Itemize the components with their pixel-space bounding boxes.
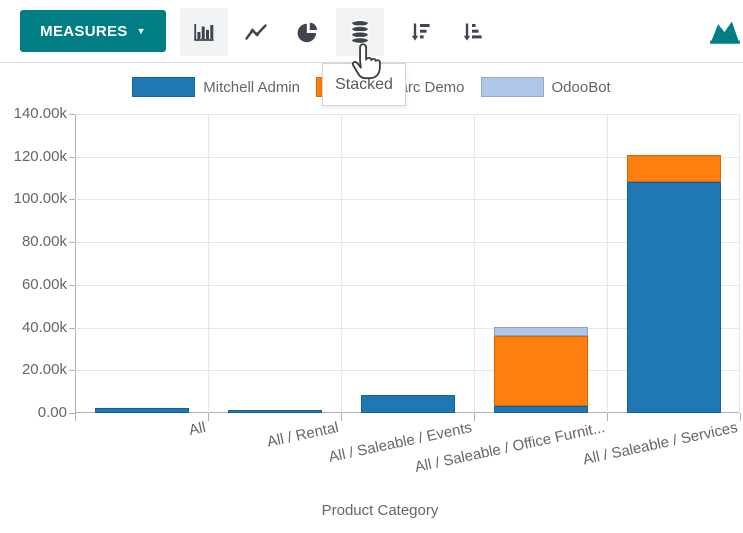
pie-chart-icon [296,20,320,44]
y-axis-tick-label: 80.00k [0,233,67,250]
h-gridline [75,114,740,115]
stacked-tooltip: Stacked [322,63,406,106]
graph-view-switcher-button[interactable] [706,11,743,51]
bar-segment[interactable] [95,408,189,413]
y-axis-tick [69,370,75,371]
x-axis-category-label: All [187,419,207,439]
y-axis-tick-label: 60.00k [0,276,67,293]
y-axis-tick-label: 140.00k [0,105,67,122]
x-axis-tick [208,413,209,421]
measures-button[interactable]: MEASURES ▼ [20,10,166,52]
stacked-tooltip-label: Stacked [335,76,393,94]
stacked-bar-chart: Product Category 0.00 20.00k 40.00k 60.00k 8… [0,100,743,533]
line-chart-mode-button[interactable] [232,8,280,56]
legend-item[interactable]: Mitchell Admin [132,77,300,97]
graph-toolbar: MEASURES ▼ [0,0,743,63]
legend-item[interactable]: OdooBot [481,77,611,97]
legend-swatch [132,77,195,97]
v-gridline [739,114,740,413]
measures-button-label: MEASURES [40,23,127,40]
line-chart-icon [244,20,268,44]
y-axis-tick-label: 0.00 [0,404,67,421]
v-gridline [607,114,608,413]
pie-chart-mode-button[interactable] [284,8,332,56]
bar-chart-mode-button[interactable] [180,8,228,56]
v-gridline [341,114,342,413]
legend-label: Mitchell Admin [203,79,300,96]
bar-segment[interactable] [228,410,322,413]
y-axis-tick-label: 120.00k [0,148,67,165]
legend-swatch [481,77,544,97]
area-chart-icon [708,14,742,48]
bar-chart-icon [192,20,216,44]
bar-segment[interactable] [627,155,721,182]
bar-segment[interactable] [361,395,455,413]
x-axis-tick [740,413,741,421]
bar-segment[interactable] [494,327,588,336]
y-axis-tick [69,199,75,200]
v-gridline [474,114,475,413]
caret-down-icon: ▼ [137,27,146,36]
y-axis-tick-label: 100.00k [0,190,67,207]
x-axis-title: Product Category [40,502,720,519]
x-axis-tick [75,413,76,421]
v-gridline [208,114,209,413]
legend-label: OdooBot [552,79,611,96]
sort-ascending-icon [460,20,484,44]
graph-view: MEASURES ▼ [0,0,743,533]
sort-descending-button[interactable] [396,8,444,56]
bar-segment[interactable] [627,182,721,413]
x-axis-category-label: All / Saleable / Services [581,419,739,468]
y-axis-tick-label: 20.00k [0,361,67,378]
sort-ascending-button[interactable] [448,8,496,56]
y-axis-tick [69,114,75,115]
bar-segment[interactable] [494,406,588,413]
y-axis-tick [69,285,75,286]
sort-descending-icon [408,20,432,44]
y-axis-tick [69,328,75,329]
x-axis-tick [607,413,608,421]
stacked-mode-button[interactable] [336,8,384,56]
x-axis-tick [474,413,475,421]
stacked-icon [348,19,372,45]
bar-segment[interactable] [494,336,588,407]
x-axis-tick [341,413,342,421]
y-axis-tick [69,242,75,243]
y-axis-tick-label: 40.00k [0,319,67,336]
x-axis-category-label: All / Rental [266,419,340,451]
y-axis-tick [69,157,75,158]
